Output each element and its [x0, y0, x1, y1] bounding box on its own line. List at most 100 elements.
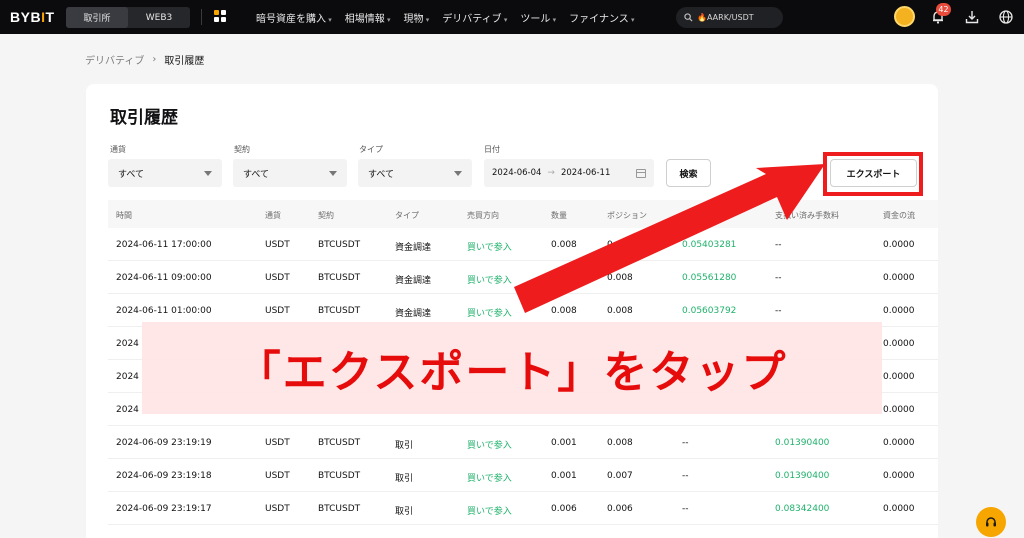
apps-grid-icon[interactable]: [214, 10, 230, 24]
menu-spot[interactable]: 現物: [404, 10, 430, 25]
caret-down-icon: [329, 170, 337, 176]
col-cashflow: 資金の流: [883, 211, 915, 220]
cell-currency: USDT: [265, 240, 290, 250]
page-title: 取引履歴: [110, 108, 178, 128]
search-input[interactable]: 🔥AARK/USDT: [676, 7, 783, 28]
cell-quantity: 0.001: [551, 438, 577, 448]
filter-type-select[interactable]: すべて: [358, 159, 472, 187]
table-row: 2024-06-09 23:19:19 USDT BTCUSDT 取引 買いで参…: [108, 426, 938, 459]
cell-position: 0.008: [607, 240, 633, 250]
search-text: 🔥AARK/USDT: [697, 13, 754, 22]
search-button[interactable]: 検索: [666, 159, 711, 187]
cell-cashflow: 0.0000: [883, 438, 915, 448]
filter-type-value: すべて: [368, 169, 395, 180]
menu-derivatives[interactable]: デリバティブ: [442, 10, 507, 25]
cell-time: 2024-06-11 01:00:00: [116, 306, 212, 316]
bybit-logo[interactable]: BYBIT: [10, 9, 55, 25]
download-icon[interactable]: [962, 7, 982, 27]
cell-funding: 0.05403281: [682, 240, 737, 250]
segment-exchange[interactable]: 取引所: [66, 7, 128, 28]
cell-funding: --: [682, 504, 689, 514]
breadcrumb-current: 取引履歴: [164, 56, 205, 67]
cell-cashflow: 0.0000: [883, 339, 915, 349]
menu-finance[interactable]: ファイナンス: [569, 10, 634, 25]
cell-quantity: 0.008: [551, 306, 577, 316]
cell-time: 2024: [116, 372, 139, 382]
cell-contract: BTCUSDT: [318, 438, 361, 448]
cell-fee-paid: --: [775, 240, 782, 250]
breadcrumb-derivatives[interactable]: デリバティブ: [85, 52, 144, 67]
top-nav: BYBIT 取引所 WEB3 暗号資産を購入 相場情報 現物 デリバティブ ツー…: [0, 0, 1024, 34]
filter-currency-label: 通貨: [110, 145, 126, 154]
main-menu: 暗号資産を購入 相場情報 現物 デリバティブ ツール ファイナンス: [256, 0, 648, 34]
date-arrow: →: [547, 168, 555, 178]
date-range-picker[interactable]: 2024-06-04 → 2024-06-11: [484, 159, 654, 187]
cell-quantity: 0.006: [551, 504, 577, 514]
cell-position: 0.007: [607, 471, 633, 481]
cell-position: 0.006: [607, 504, 633, 514]
cell-quantity: 0.001: [551, 471, 577, 481]
cell-direction: 買いで参入: [467, 441, 512, 451]
headset-icon: [986, 517, 996, 527]
caret-down-icon: [204, 170, 212, 176]
cell-currency: USDT: [265, 471, 290, 481]
cell-type: 取引: [395, 441, 414, 451]
cell-position: 0.008: [607, 306, 633, 316]
avatar[interactable]: [894, 6, 915, 27]
breadcrumb: デリバティブ › 取引履歴: [85, 52, 204, 67]
cell-quantity: 0.008: [551, 273, 577, 283]
instruction-callout: 「エクスポート」をタップ: [142, 322, 882, 414]
segment-web3[interactable]: WEB3: [128, 7, 190, 28]
date-to[interactable]: 2024-06-11: [561, 168, 610, 178]
cell-direction: 買いで参入: [467, 507, 512, 517]
cell-funding: --: [682, 471, 689, 481]
cell-direction: 買いで参入: [467, 474, 512, 484]
cell-cashflow: 0.0000: [883, 372, 915, 382]
logo-text-end: T: [45, 9, 55, 25]
export-highlight-frame: [823, 152, 923, 196]
support-chat-button[interactable]: [976, 507, 1006, 537]
cell-contract: BTCUSDT: [318, 306, 361, 316]
menu-buy-crypto[interactable]: 暗号資産を購入: [256, 10, 332, 25]
cell-funding: 0.05603792: [682, 306, 737, 316]
logo-text: BYB: [10, 9, 42, 25]
cell-currency: USDT: [265, 504, 290, 514]
cell-time: 2024-06-09 23:19:18: [116, 471, 212, 481]
cell-funding: 0.05561280: [682, 273, 737, 283]
caret-down-icon: [454, 170, 462, 176]
cell-type: 資金調達: [395, 243, 432, 253]
cell-cashflow: 0.0000: [883, 240, 915, 250]
cell-type: 資金調達: [395, 309, 432, 319]
cell-contract: BTCUSDT: [318, 504, 361, 514]
col-funding: 資金調: [682, 211, 706, 220]
cell-quantity: 0.008: [551, 240, 577, 250]
filter-date-label: 日付: [484, 145, 500, 154]
cell-position: 0.008: [607, 438, 633, 448]
cell-position: 0.008: [607, 273, 633, 283]
filter-contract-value: すべて: [243, 169, 270, 180]
filter-type-label: タイプ: [359, 145, 383, 154]
col-contract: 契約: [318, 211, 334, 220]
table-row: 2024-06-11 09:00:00 USDT BTCUSDT 資金調達 買い…: [108, 261, 938, 294]
col-position: ポジション: [607, 211, 647, 220]
filter-contract-label: 契約: [234, 145, 250, 154]
breadcrumb-separator: ›: [152, 54, 157, 65]
cell-time: 2024: [116, 405, 139, 415]
filter-currency-value: すべて: [118, 169, 145, 180]
cell-fee-paid: 0.01390400: [775, 438, 830, 448]
cell-fee-paid: --: [775, 306, 782, 316]
date-from[interactable]: 2024-06-04: [492, 168, 541, 178]
cell-time: 2024-06-11 09:00:00: [116, 273, 212, 283]
filter-contract-select[interactable]: すべて: [233, 159, 347, 187]
cell-direction: 買いで参入: [467, 309, 512, 319]
menu-tools[interactable]: ツール: [520, 10, 556, 25]
trade-history-card: 取引履歴 通貨 すべて 契約 すべて タイプ すべて 日付 2024-06-04…: [86, 84, 938, 538]
cell-direction: 買いで参入: [467, 276, 512, 286]
cell-contract: BTCUSDT: [318, 240, 361, 250]
search-icon: [684, 13, 693, 22]
col-quantity: 数量: [551, 211, 567, 220]
cell-contract: BTCUSDT: [318, 273, 361, 283]
filter-currency-select[interactable]: すべて: [108, 159, 222, 187]
menu-markets[interactable]: 相場情報: [345, 10, 391, 25]
globe-icon[interactable]: [996, 7, 1016, 27]
